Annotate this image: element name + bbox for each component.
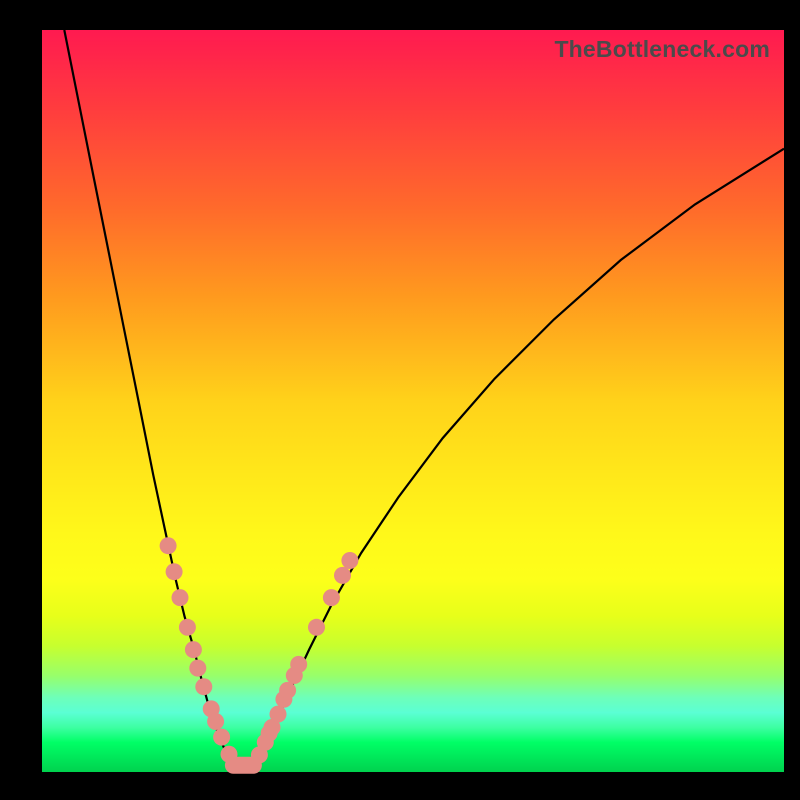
curve-layer — [42, 30, 784, 772]
marker-left-4 — [185, 641, 202, 658]
marker-group — [160, 537, 359, 774]
curve-right — [254, 149, 785, 765]
plot-area: TheBottleneck.com — [42, 30, 784, 772]
marker-left-0 — [160, 537, 177, 554]
curve-left — [64, 30, 233, 764]
marker-right-6 — [279, 682, 296, 699]
marker-right-8 — [290, 656, 307, 673]
marker-left-3 — [179, 619, 196, 636]
chart-frame: TheBottleneck.com — [0, 0, 800, 800]
marker-left-2 — [172, 589, 189, 606]
marker-right-11 — [334, 567, 351, 584]
marker-right-10 — [323, 589, 340, 606]
marker-left-8 — [207, 713, 224, 730]
marker-right-9 — [308, 619, 325, 636]
marker-left-5 — [189, 660, 206, 677]
marker-right-12 — [341, 552, 358, 569]
marker-left-6 — [195, 678, 212, 695]
marker-valley-pill — [225, 757, 262, 774]
marker-left-9 — [213, 729, 230, 746]
marker-left-1 — [166, 563, 183, 580]
marker-right-4 — [270, 706, 287, 723]
